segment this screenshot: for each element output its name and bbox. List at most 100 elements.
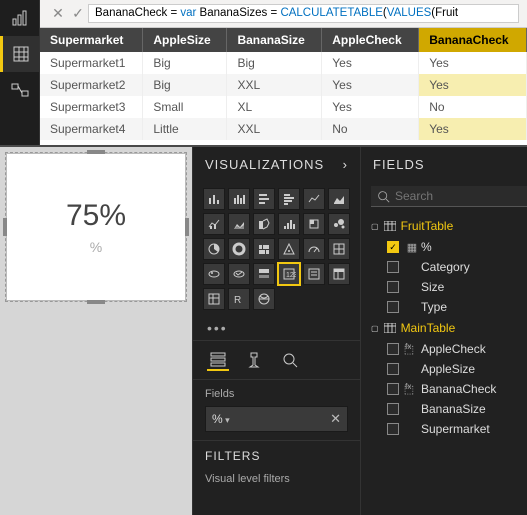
more-visuals-button[interactable]: •••	[193, 316, 360, 340]
model-view-button[interactable]	[0, 72, 39, 108]
remove-field-button[interactable]: ✕	[330, 411, 341, 427]
field-checkbox[interactable]	[387, 423, 399, 435]
grid-cell[interactable]: Little	[143, 118, 227, 140]
grid-cell[interactable]: Supermarket1	[40, 52, 143, 74]
field-node[interactable]: Supermarket	[369, 419, 527, 439]
grid-cell[interactable]: Supermarket3	[40, 96, 143, 118]
table-node[interactable]: ▢MainTable	[369, 317, 527, 339]
viz-type-button[interactable]	[328, 263, 350, 285]
field-node[interactable]: AppleSize	[369, 359, 527, 379]
viz-type-button[interactable]	[253, 238, 275, 260]
field-node[interactable]: ⬚fxAppleCheck	[369, 339, 527, 359]
viz-type-button[interactable]	[203, 238, 225, 260]
field-checkbox[interactable]	[387, 281, 399, 293]
viz-type-button[interactable]	[228, 263, 250, 285]
grid-cell[interactable]: XXL	[227, 74, 322, 96]
column-header[interactable]: AppleCheck	[322, 28, 419, 52]
grid-cell[interactable]: Supermarket2	[40, 74, 143, 96]
data-view-button[interactable]	[0, 36, 39, 72]
viz-type-button[interactable]	[303, 238, 325, 260]
formula-cancel-icon[interactable]: ✕	[48, 5, 68, 22]
grid-cell[interactable]: Big	[227, 52, 322, 74]
grid-cell[interactable]: Yes	[322, 74, 419, 96]
grid-cell[interactable]: Yes	[419, 52, 527, 74]
format-tab[interactable]	[243, 349, 265, 371]
field-well-item[interactable]: % ▾ ✕	[205, 406, 348, 432]
viz-type-button[interactable]: R	[228, 288, 250, 310]
viz-type-button[interactable]	[278, 213, 300, 235]
grid-cell[interactable]: No	[419, 96, 527, 118]
report-view-button[interactable]	[0, 0, 39, 36]
viz-type-button[interactable]	[328, 188, 350, 210]
data-grid[interactable]: SupermarketAppleSizeBananaSizeAppleCheck…	[40, 28, 527, 140]
viz-type-button[interactable]	[278, 188, 300, 210]
grid-cell[interactable]: Yes	[419, 74, 527, 96]
card-visual[interactable]: 75% %	[6, 153, 186, 301]
visual-filters-label: Visual level filters	[205, 473, 348, 485]
calc-column-icon: ⬚fx	[405, 383, 419, 396]
viz-type-button[interactable]	[278, 238, 300, 260]
analytics-tab[interactable]	[279, 349, 301, 371]
field-checkbox[interactable]	[387, 363, 399, 375]
grid-cell[interactable]: XXL	[227, 118, 322, 140]
viz-type-button[interactable]	[203, 213, 225, 235]
fields-tab[interactable]	[207, 349, 229, 371]
viz-type-button[interactable]: 123	[278, 263, 300, 285]
field-node[interactable]: Type	[369, 297, 527, 317]
measure-icon: ▦	[405, 241, 419, 254]
formula-commit-icon[interactable]: ✓	[68, 5, 88, 22]
viz-type-button[interactable]	[228, 238, 250, 260]
field-checkbox[interactable]	[387, 403, 399, 415]
fields-search[interactable]	[371, 186, 527, 207]
viz-type-button[interactable]	[253, 213, 275, 235]
grid-cell[interactable]: Big	[143, 52, 227, 74]
grid-cell[interactable]: No	[322, 118, 419, 140]
fields-title: FIELDS	[373, 157, 425, 172]
viz-type-button[interactable]	[303, 188, 325, 210]
viz-type-button[interactable]	[253, 188, 275, 210]
field-checkbox[interactable]	[387, 383, 399, 395]
collapse-icon[interactable]: ›	[343, 157, 348, 172]
card-label: %	[90, 239, 102, 255]
column-header[interactable]: AppleSize	[143, 28, 227, 52]
visualizations-title: VISUALIZATIONS	[205, 157, 324, 172]
grid-cell[interactable]: Yes	[419, 118, 527, 140]
field-checkbox[interactable]	[387, 343, 399, 355]
field-checkbox[interactable]	[387, 241, 399, 253]
field-checkbox[interactable]	[387, 261, 399, 273]
viz-type-button[interactable]	[328, 213, 350, 235]
viz-type-button[interactable]	[228, 213, 250, 235]
search-input[interactable]	[395, 189, 527, 203]
grid-cell[interactable]: XL	[227, 96, 322, 118]
viz-type-button[interactable]	[203, 288, 225, 310]
viz-type-button[interactable]	[253, 263, 275, 285]
formula-bar: ✕ ✓ BananaCheck = var BananaSizes = CALC…	[40, 0, 527, 28]
column-header[interactable]: BananaSize	[227, 28, 322, 52]
grid-cell[interactable]: Small	[143, 96, 227, 118]
viz-type-button[interactable]	[203, 263, 225, 285]
viz-type-button[interactable]	[203, 188, 225, 210]
viz-type-button[interactable]	[303, 263, 325, 285]
grid-cell[interactable]: Big	[143, 74, 227, 96]
svg-text:R: R	[234, 295, 241, 306]
table-node[interactable]: ▢FruitTable	[369, 215, 527, 237]
field-node[interactable]: ⬚fxBananaCheck	[369, 379, 527, 399]
visualization-picker: 123 R	[193, 182, 360, 316]
viz-type-button[interactable]	[228, 188, 250, 210]
field-node[interactable]: ▦%	[369, 237, 527, 257]
field-node[interactable]: BananaSize	[369, 399, 527, 419]
field-node[interactable]: Size	[369, 277, 527, 297]
column-header[interactable]: Supermarket	[40, 28, 143, 52]
grid-cell[interactable]: Supermarket4	[40, 118, 143, 140]
formula-input[interactable]: BananaCheck = var BananaSizes = CALCULAT…	[88, 4, 519, 23]
grid-cell[interactable]: Yes	[322, 96, 419, 118]
column-header[interactable]: BananaCheck	[419, 28, 527, 52]
viz-type-button[interactable]	[328, 238, 350, 260]
field-node[interactable]: Category	[369, 257, 527, 277]
viz-type-button[interactable]	[253, 288, 275, 310]
viz-type-button[interactable]	[303, 213, 325, 235]
view-rail	[0, 0, 40, 145]
grid-cell[interactable]: Yes	[322, 52, 419, 74]
report-canvas[interactable]: 75% %	[0, 147, 192, 515]
field-checkbox[interactable]	[387, 301, 399, 313]
